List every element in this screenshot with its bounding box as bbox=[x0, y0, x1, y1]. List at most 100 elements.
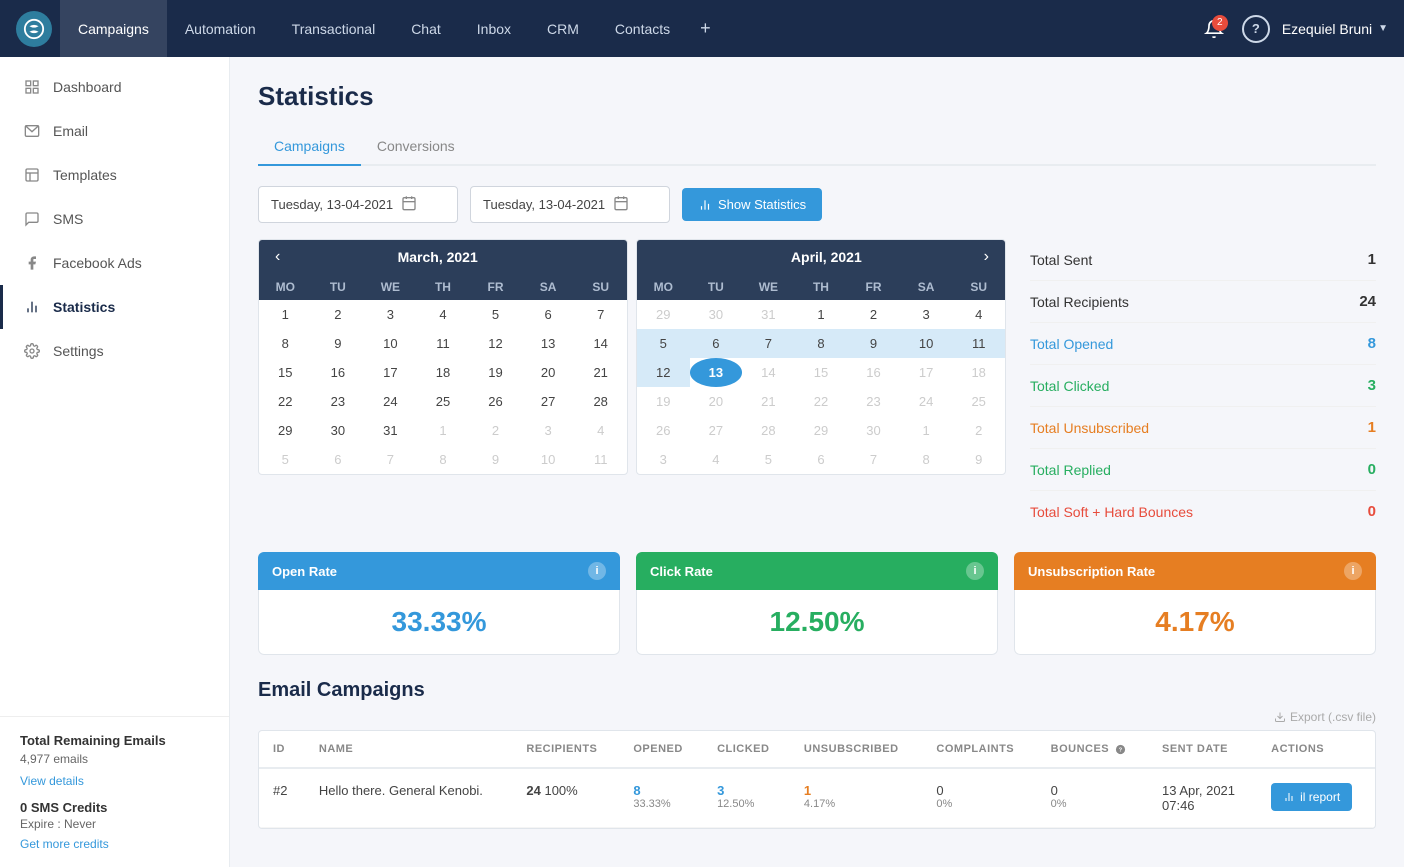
calendar-day[interactable]: 2 bbox=[952, 416, 1005, 445]
calendar-day[interactable]: 25 bbox=[952, 387, 1005, 416]
calendar-day[interactable]: 30 bbox=[847, 416, 900, 445]
nav-add-button[interactable]: + bbox=[688, 0, 723, 57]
calendar-day[interactable]: 29 bbox=[259, 416, 312, 445]
calendar-day[interactable]: 22 bbox=[795, 387, 848, 416]
calendar-day[interactable]: 25 bbox=[417, 387, 470, 416]
show-statistics-button[interactable]: Show Statistics bbox=[682, 188, 822, 221]
calendar-day[interactable]: 6 bbox=[795, 445, 848, 474]
calendar-day[interactable]: 17 bbox=[364, 358, 417, 387]
calendar-day[interactable]: 7 bbox=[742, 329, 795, 358]
calendar-day[interactable]: 4 bbox=[690, 445, 743, 474]
calendar-day[interactable]: 31 bbox=[364, 416, 417, 445]
click-rate-info-icon[interactable]: i bbox=[966, 562, 984, 580]
sidebar-item-facebook-ads[interactable]: Facebook Ads bbox=[0, 241, 229, 285]
calendar-day[interactable]: 10 bbox=[900, 329, 953, 358]
calendar-day[interactable]: 16 bbox=[312, 358, 365, 387]
calendar-day[interactable]: 1 bbox=[900, 416, 953, 445]
calendar-day[interactable]: 1 bbox=[259, 300, 312, 329]
calendar-day[interactable]: 15 bbox=[795, 358, 848, 387]
nav-item-crm[interactable]: CRM bbox=[529, 0, 597, 57]
calendar-day[interactable]: 21 bbox=[742, 387, 795, 416]
date-to-input[interactable]: Tuesday, 13-04-2021 bbox=[470, 186, 670, 223]
calendar-day[interactable]: 1 bbox=[417, 416, 470, 445]
get-credits-link[interactable]: Get more credits bbox=[20, 837, 109, 851]
sidebar-item-dashboard[interactable]: Dashboard bbox=[0, 65, 229, 109]
calendar-day[interactable]: 11 bbox=[952, 329, 1005, 358]
calendar-day[interactable]: 8 bbox=[259, 329, 312, 358]
nav-item-chat[interactable]: Chat bbox=[393, 0, 459, 57]
calendar-day[interactable]: 15 bbox=[259, 358, 312, 387]
sidebar-item-sms[interactable]: SMS bbox=[0, 197, 229, 241]
calendar-day[interactable]: 2 bbox=[847, 300, 900, 329]
calendar-day[interactable]: 24 bbox=[900, 387, 953, 416]
calendar-day[interactable]: 26 bbox=[637, 416, 690, 445]
date-from-input[interactable]: Tuesday, 13-04-2021 bbox=[258, 186, 458, 223]
calendar-day[interactable]: 11 bbox=[574, 445, 627, 474]
calendar-day[interactable]: 2 bbox=[312, 300, 365, 329]
calendar-day[interactable]: 28 bbox=[574, 387, 627, 416]
view-details-link[interactable]: View details bbox=[20, 774, 84, 788]
calendar-day[interactable]: 18 bbox=[952, 358, 1005, 387]
calendar-day[interactable]: 6 bbox=[522, 300, 575, 329]
calendar-day[interactable]: 12 bbox=[469, 329, 522, 358]
calendar-day[interactable]: 9 bbox=[847, 329, 900, 358]
calendar-day[interactable]: 17 bbox=[900, 358, 953, 387]
calendar-day[interactable]: 10 bbox=[522, 445, 575, 474]
calendar-day[interactable]: 14 bbox=[574, 329, 627, 358]
sidebar-item-templates[interactable]: Templates bbox=[0, 153, 229, 197]
calendar-day[interactable]: 6 bbox=[312, 445, 365, 474]
tab-conversions[interactable]: Conversions bbox=[361, 128, 471, 166]
calendar-day[interactable]: 10 bbox=[364, 329, 417, 358]
calendar-day[interactable]: 23 bbox=[312, 387, 365, 416]
calendar-day[interactable]: 27 bbox=[522, 387, 575, 416]
calendar-day[interactable]: 13 bbox=[690, 358, 743, 387]
nav-item-inbox[interactable]: Inbox bbox=[459, 0, 529, 57]
calendar-day[interactable]: 30 bbox=[690, 300, 743, 329]
calendar-day[interactable]: 8 bbox=[900, 445, 953, 474]
nav-item-campaigns[interactable]: Campaigns bbox=[60, 0, 167, 57]
calendar-day[interactable]: 9 bbox=[312, 329, 365, 358]
calendar-day[interactable]: 5 bbox=[259, 445, 312, 474]
calendar-day[interactable]: 7 bbox=[847, 445, 900, 474]
open-rate-info-icon[interactable]: i bbox=[588, 562, 606, 580]
app-logo[interactable] bbox=[16, 11, 52, 47]
calendar-day[interactable]: 14 bbox=[742, 358, 795, 387]
calendar-day[interactable]: 28 bbox=[742, 416, 795, 445]
report-button[interactable]: il report bbox=[1271, 783, 1352, 811]
calendar-day[interactable]: 5 bbox=[469, 300, 522, 329]
calendar-day[interactable]: 27 bbox=[690, 416, 743, 445]
calendar-day[interactable]: 21 bbox=[574, 358, 627, 387]
calendar-day[interactable]: 30 bbox=[312, 416, 365, 445]
calendar-day[interactable]: 20 bbox=[522, 358, 575, 387]
calendar-day[interactable]: 7 bbox=[364, 445, 417, 474]
sidebar-item-settings[interactable]: Settings bbox=[0, 329, 229, 373]
nav-item-contacts[interactable]: Contacts bbox=[597, 0, 688, 57]
calendar-prev-button[interactable]: ‹ bbox=[271, 248, 284, 266]
calendar-day[interactable]: 22 bbox=[259, 387, 312, 416]
calendar-day[interactable]: 19 bbox=[637, 387, 690, 416]
calendar-day[interactable]: 3 bbox=[900, 300, 953, 329]
calendar-day[interactable]: 3 bbox=[522, 416, 575, 445]
nav-item-transactional[interactable]: Transactional bbox=[274, 0, 394, 57]
help-button[interactable]: ? bbox=[1242, 15, 1270, 43]
user-menu[interactable]: Ezequiel Bruni ▼ bbox=[1282, 21, 1388, 37]
calendar-day[interactable]: 3 bbox=[364, 300, 417, 329]
calendar-day[interactable]: 13 bbox=[522, 329, 575, 358]
calendar-day[interactable]: 9 bbox=[469, 445, 522, 474]
sidebar-item-email[interactable]: Email bbox=[0, 109, 229, 153]
calendar-day[interactable]: 8 bbox=[795, 329, 848, 358]
sidebar-item-statistics[interactable]: Statistics bbox=[0, 285, 229, 329]
calendar-day[interactable]: 3 bbox=[637, 445, 690, 474]
calendar-day[interactable]: 24 bbox=[364, 387, 417, 416]
calendar-day[interactable]: 9 bbox=[952, 445, 1005, 474]
calendar-day[interactable]: 19 bbox=[469, 358, 522, 387]
calendar-day[interactable]: 11 bbox=[417, 329, 470, 358]
calendar-day[interactable]: 6 bbox=[690, 329, 743, 358]
calendar-day[interactable]: 26 bbox=[469, 387, 522, 416]
calendar-day[interactable]: 16 bbox=[847, 358, 900, 387]
calendar-next-button[interactable]: › bbox=[980, 248, 993, 266]
calendar-day[interactable]: 4 bbox=[574, 416, 627, 445]
calendar-day[interactable]: 7 bbox=[574, 300, 627, 329]
calendar-day[interactable]: 20 bbox=[690, 387, 743, 416]
calendar-day[interactable]: 12 bbox=[637, 358, 690, 387]
